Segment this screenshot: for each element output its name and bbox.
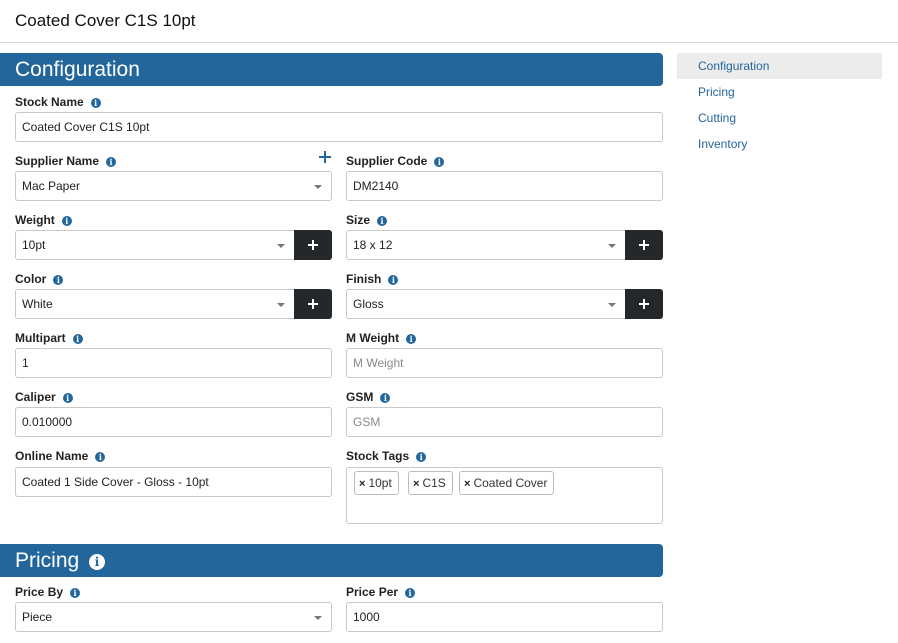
color-select[interactable]: White bbox=[15, 289, 295, 319]
color-value: White bbox=[22, 297, 53, 311]
tag-chip: × C1S bbox=[408, 471, 453, 495]
size-select[interactable]: 18 x 12 bbox=[346, 230, 626, 260]
supplier-name-value: Mac Paper bbox=[22, 179, 81, 193]
info-icon[interactable]: i bbox=[70, 588, 81, 598]
info-icon[interactable]: i bbox=[62, 393, 73, 403]
info-icon[interactable]: i bbox=[53, 275, 64, 285]
tag-label: 10pt bbox=[368, 476, 392, 490]
info-icon[interactable]: i bbox=[95, 452, 106, 462]
configuration-section-header: Configuration bbox=[0, 53, 663, 86]
tag-chip: × Coated Cover bbox=[459, 471, 555, 495]
info-icon[interactable]: i bbox=[380, 393, 391, 403]
chevron-down-icon bbox=[608, 244, 616, 248]
pricing-section-title: Pricing bbox=[15, 549, 80, 572]
price-by-label: Price By i bbox=[15, 585, 81, 599]
info-icon[interactable]: i bbox=[89, 554, 105, 570]
nav-item-cutting[interactable]: Cutting bbox=[677, 105, 882, 131]
m-weight-label: M Weight i bbox=[346, 331, 417, 345]
multipart-label: Multipart i bbox=[15, 331, 83, 345]
tag-remove-icon[interactable]: × bbox=[464, 478, 470, 490]
weight-value: 10pt bbox=[22, 238, 46, 252]
info-icon[interactable]: i bbox=[416, 452, 427, 462]
info-icon[interactable]: i bbox=[61, 216, 72, 226]
add-color-button[interactable] bbox=[294, 289, 332, 319]
tag-label: Coated Cover bbox=[473, 476, 548, 490]
info-icon[interactable]: i bbox=[406, 334, 417, 344]
caliper-label: Caliper i bbox=[15, 390, 73, 404]
nav-item-inventory[interactable]: Inventory bbox=[677, 131, 882, 157]
info-icon[interactable]: i bbox=[405, 588, 416, 598]
tag-chip: × 10pt bbox=[354, 471, 399, 495]
info-icon[interactable]: i bbox=[72, 334, 83, 344]
pricing-section-header: Pricing i bbox=[0, 544, 663, 577]
nav-item-pricing[interactable]: Pricing bbox=[677, 79, 882, 105]
info-icon[interactable]: i bbox=[106, 157, 117, 167]
chevron-down-icon bbox=[608, 303, 616, 307]
stock-tags-label: Stock Tags i bbox=[346, 449, 427, 463]
add-finish-button[interactable] bbox=[625, 289, 663, 319]
tag-label: C1S bbox=[422, 476, 446, 490]
supplier-name-select[interactable]: Mac Paper bbox=[15, 171, 332, 201]
info-icon[interactable]: i bbox=[90, 98, 101, 108]
online-name-label: Online Name i bbox=[15, 449, 106, 463]
tag-remove-icon[interactable]: × bbox=[413, 478, 419, 490]
weight-label: Weight i bbox=[15, 213, 72, 227]
finish-select[interactable]: Gloss bbox=[346, 289, 626, 319]
page-header: Coated Cover C1S 10pt bbox=[0, 0, 898, 43]
info-icon[interactable]: i bbox=[434, 157, 445, 167]
caliper-input[interactable]: 0.010000 bbox=[15, 407, 332, 437]
add-weight-button[interactable] bbox=[294, 230, 332, 260]
chevron-down-icon bbox=[314, 185, 322, 189]
chevron-down-icon bbox=[277, 303, 285, 307]
gsm-input[interactable]: GSM bbox=[346, 407, 663, 437]
price-by-select[interactable]: Piece bbox=[15, 602, 332, 632]
weight-select[interactable]: 10pt bbox=[15, 230, 295, 260]
stock-tags-input[interactable]: × 10pt × C1S × Coated Cover bbox=[346, 467, 663, 524]
price-per-input[interactable]: 1000 bbox=[346, 602, 663, 632]
price-per-label: Price Per i bbox=[346, 585, 416, 599]
nav-item-configuration[interactable]: Configuration bbox=[677, 53, 882, 79]
info-icon[interactable]: i bbox=[377, 216, 388, 226]
finish-value: Gloss bbox=[353, 297, 384, 311]
supplier-code-label: Supplier Code i bbox=[346, 154, 445, 168]
multipart-input[interactable]: 1 bbox=[15, 348, 332, 378]
color-label: Color i bbox=[15, 272, 64, 286]
chevron-down-icon bbox=[314, 616, 322, 620]
size-label: Size i bbox=[346, 213, 388, 227]
stock-name-label: Stock Name i bbox=[15, 95, 101, 109]
configuration-section-title: Configuration bbox=[15, 58, 140, 81]
m-weight-input[interactable]: M Weight bbox=[346, 348, 663, 378]
add-size-button[interactable] bbox=[625, 230, 663, 260]
price-by-value: Piece bbox=[22, 610, 53, 624]
stock-name-input[interactable]: Coated Cover C1S 10pt bbox=[15, 112, 663, 142]
finish-label: Finish i bbox=[346, 272, 399, 286]
info-icon[interactable]: i bbox=[388, 275, 399, 285]
size-value: 18 x 12 bbox=[353, 238, 393, 252]
gsm-label: GSM i bbox=[346, 390, 391, 404]
section-nav: Configuration Pricing Cutting Inventory bbox=[677, 53, 882, 157]
tag-remove-icon[interactable]: × bbox=[359, 478, 365, 490]
page-title: Coated Cover C1S 10pt bbox=[15, 11, 196, 30]
chevron-down-icon bbox=[277, 244, 285, 248]
supplier-name-label: Supplier Name i bbox=[15, 154, 117, 168]
online-name-input[interactable]: Coated 1 Side Cover - Gloss - 10pt bbox=[15, 467, 332, 497]
add-supplier-plus-icon[interactable] bbox=[319, 151, 331, 163]
supplier-code-input[interactable]: DM2140 bbox=[346, 171, 663, 201]
